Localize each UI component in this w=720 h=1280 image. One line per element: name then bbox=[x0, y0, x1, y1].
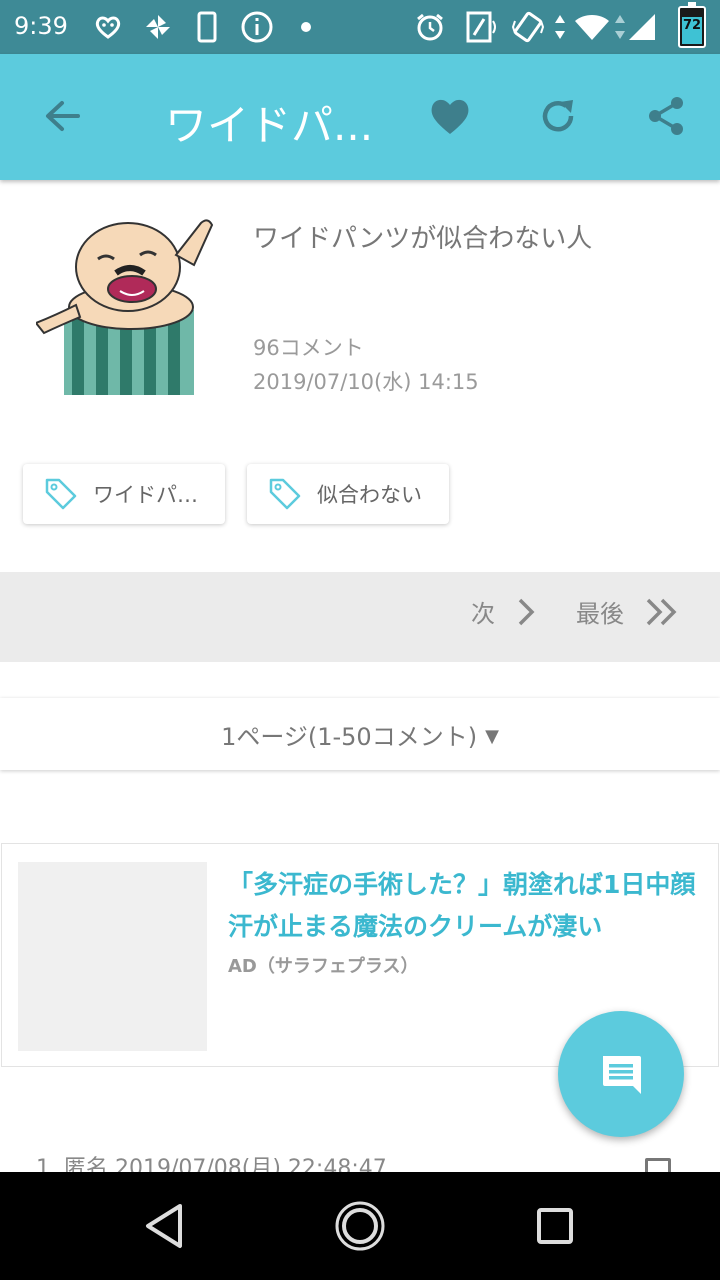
nav-recents-button[interactable] bbox=[527, 1198, 583, 1254]
app-bar: ワイドパ... bbox=[0, 54, 720, 180]
data-arrows-icon bbox=[552, 10, 568, 44]
app-bar-title: ワイドパ... bbox=[165, 101, 374, 150]
pinwheel-icon bbox=[142, 10, 174, 44]
share-icon bbox=[649, 97, 683, 135]
ad-title[interactable]: 「多汗症の手術した？」朝塗れば1日中顔汗が止まる魔法のクリームが凄い bbox=[228, 864, 708, 948]
refresh-button[interactable] bbox=[528, 86, 588, 146]
recents-square-icon bbox=[537, 1208, 573, 1244]
article-date: 2019/07/10(水) 14:15 bbox=[253, 370, 479, 394]
article-title: ワイドパンツが似合わない人 bbox=[253, 224, 593, 254]
last-page-button[interactable]: 最後 bbox=[576, 594, 680, 629]
dropdown-arrow-icon: ▼ bbox=[485, 725, 499, 747]
back-triangle-icon bbox=[146, 1204, 182, 1248]
vibrate-icon bbox=[510, 10, 546, 44]
tag-label: 似合わない bbox=[317, 483, 422, 507]
tag-icon bbox=[269, 478, 301, 510]
favorite-button[interactable] bbox=[420, 86, 480, 146]
share-button[interactable] bbox=[636, 86, 696, 146]
next-page-button[interactable]: 次 bbox=[471, 594, 537, 629]
tag-icon bbox=[45, 478, 77, 510]
status-time: 9:39 bbox=[14, 12, 68, 40]
page-select-label: 1ページ(1-50コメント) bbox=[221, 722, 478, 751]
status-bar: 9:39 72 bbox=[0, 0, 720, 54]
home-circle-icon bbox=[335, 1201, 385, 1251]
tag-chip-1[interactable]: ワイドパ… bbox=[23, 464, 225, 524]
tag-chip-2[interactable]: 似合わない bbox=[247, 464, 449, 524]
heart-icon bbox=[431, 99, 469, 134]
back-arrow-icon bbox=[46, 101, 80, 131]
signal-icon bbox=[626, 10, 658, 44]
comment-icon bbox=[603, 1056, 641, 1094]
next-label: 次 bbox=[471, 600, 495, 628]
back-button[interactable] bbox=[32, 86, 92, 146]
wifi-icon bbox=[572, 10, 612, 44]
article-thumbnail bbox=[34, 215, 216, 395]
ad-source: AD（サラフェプラス） bbox=[228, 956, 419, 977]
heart-face-icon bbox=[92, 10, 124, 44]
page-select-dropdown[interactable]: 1ページ(1-50コメント) ▼ bbox=[0, 698, 720, 770]
phone-icon bbox=[194, 10, 220, 44]
comment-count: 96コメント bbox=[253, 336, 364, 360]
battery-level: 72 bbox=[682, 18, 702, 33]
battery-icon: 72 bbox=[678, 2, 706, 48]
write-comment-button[interactable] bbox=[558, 1011, 684, 1137]
tag-label: ワイドパ… bbox=[93, 483, 198, 507]
pager-bar: 次 最後 bbox=[0, 572, 720, 662]
alarm-icon bbox=[414, 10, 446, 44]
info-icon bbox=[238, 10, 276, 44]
dot-icon bbox=[298, 10, 314, 44]
screen: 9:39 72 ワイドパ... ワイドパンツが似合わない人 96コメント 201… bbox=[0, 0, 720, 1280]
navigation-bar bbox=[0, 1172, 720, 1280]
refresh-icon bbox=[542, 100, 574, 132]
double-chevron-right-icon bbox=[646, 598, 677, 625]
nav-home-button[interactable] bbox=[332, 1198, 388, 1254]
ad-image bbox=[18, 862, 207, 1051]
chevron-right-icon bbox=[518, 598, 535, 625]
last-label: 最後 bbox=[576, 600, 624, 628]
nav-back-button[interactable] bbox=[136, 1198, 192, 1254]
nfc-icon bbox=[464, 10, 500, 44]
